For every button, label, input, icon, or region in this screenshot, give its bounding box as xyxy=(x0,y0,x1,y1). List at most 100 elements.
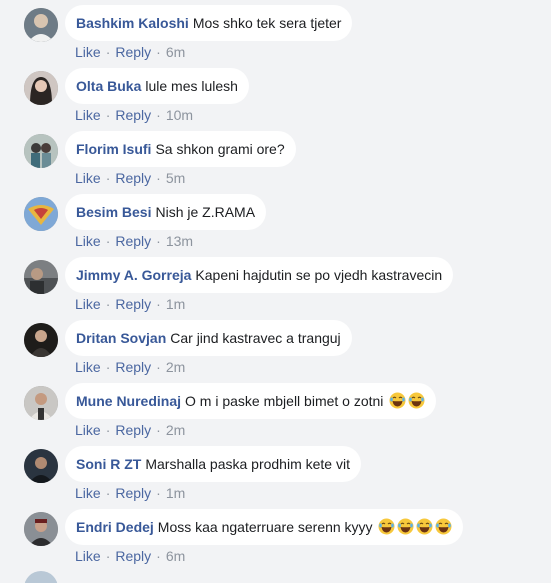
comment-text: O m i paske mbjell bimet o zotni xyxy=(185,393,384,409)
reply-link[interactable]: Reply xyxy=(115,359,151,375)
avatar[interactable] xyxy=(24,386,58,420)
laughing-emoji-icon xyxy=(397,518,414,535)
separator-dot: · xyxy=(105,107,111,123)
comment-timestamp[interactable]: 1m xyxy=(166,296,185,312)
reply-link[interactable]: Reply xyxy=(115,44,151,60)
comment-timestamp[interactable]: 13m xyxy=(166,233,193,249)
comment-item: Jimmy A. Gorreja Kapeni hajdutin se po vj… xyxy=(0,255,551,318)
comment-actions: Like · Reply · 10m xyxy=(75,105,193,125)
comment-item: Bashkim Kaloshi Mos shko tek sera tjeter … xyxy=(0,3,551,66)
avatar[interactable] xyxy=(24,197,58,231)
comment-item: Dritan Sovjan Car jind kastravec a trangu… xyxy=(0,318,551,381)
comment-author[interactable]: Endri Dedej xyxy=(76,519,154,535)
like-link[interactable]: Like xyxy=(75,422,101,438)
comment-text: Car jind kastravec a tranguj xyxy=(170,330,341,346)
comment-author[interactable]: Olta Buka xyxy=(76,78,141,94)
comment-timestamp[interactable]: 5m xyxy=(166,170,185,186)
like-link[interactable]: Like xyxy=(75,359,101,375)
separator-dot: · xyxy=(105,359,111,375)
reply-link[interactable]: Reply xyxy=(115,422,151,438)
avatar[interactable] xyxy=(24,512,58,546)
comment-bubble: Dritan Sovjan Car jind kastravec a trangu… xyxy=(65,320,352,356)
comment-author[interactable]: Besim Besi xyxy=(76,204,151,220)
comment-actions: Like · Reply · 2m xyxy=(75,420,185,440)
comment-item: Endri Dedej Moss kaa ngaterruare serenn k… xyxy=(0,507,551,570)
comment-text: lule mes lulesh xyxy=(145,78,238,94)
laughing-emoji-icon xyxy=(408,392,425,409)
comment-timestamp[interactable]: 2m xyxy=(166,359,185,375)
avatar[interactable] xyxy=(24,449,58,483)
comment-text: Kapeni hajdutin se po vjedh kastravecin xyxy=(195,267,443,283)
separator-dot: · xyxy=(156,548,161,564)
separator-dot: · xyxy=(156,359,161,375)
separator-dot: · xyxy=(105,296,111,312)
like-link[interactable]: Like xyxy=(75,44,101,60)
comment-actions: Like · Reply · 1m xyxy=(75,294,185,314)
comment-author[interactable]: Mune Nuredinaj xyxy=(76,393,181,409)
like-link[interactable]: Like xyxy=(75,170,101,186)
like-link[interactable]: Like xyxy=(75,296,101,312)
comment-bubble: Endri Dedej Moss kaa ngaterruare serenn k… xyxy=(65,509,464,545)
comment-text: Sa shkon grami ore? xyxy=(155,141,285,157)
comment-thread: Bashkim Kaloshi Mos shko tek sera tjeter … xyxy=(0,0,551,583)
separator-dot: · xyxy=(156,107,161,123)
comment-item: Soni R ZT Marshalla paska prodhim kete vi… xyxy=(0,444,551,507)
avatar[interactable] xyxy=(24,134,58,168)
separator-dot: · xyxy=(156,485,161,501)
avatar[interactable] xyxy=(24,571,58,583)
comment-actions: Like · Reply · 1m xyxy=(75,483,185,503)
avatar[interactable] xyxy=(24,260,58,294)
comment-bubble: Florim Isufi Sa shkon grami ore? xyxy=(65,131,296,167)
comment-actions: Like · Reply · 5m xyxy=(75,168,185,188)
comment-author[interactable]: Jimmy A. Gorreja xyxy=(76,267,191,283)
laughing-emoji-icon xyxy=(389,392,406,409)
reply-link[interactable]: Reply xyxy=(115,107,151,123)
comment-actions: Like · Reply · 6m xyxy=(75,546,185,566)
reply-link[interactable]: Reply xyxy=(115,485,151,501)
separator-dot: · xyxy=(105,44,111,60)
comment-actions: Like · Reply · 2m xyxy=(75,357,185,377)
laughing-emoji-icon xyxy=(378,518,395,535)
separator-dot: · xyxy=(105,485,111,501)
avatar[interactable] xyxy=(24,323,58,357)
separator-dot: · xyxy=(105,233,111,249)
like-link[interactable]: Like xyxy=(75,548,101,564)
comment-author[interactable]: Florim Isufi xyxy=(76,141,151,157)
laughing-emoji-icon xyxy=(416,518,433,535)
comment-timestamp[interactable]: 6m xyxy=(166,548,185,564)
comment-timestamp[interactable]: 2m xyxy=(166,422,185,438)
like-link[interactable]: Like xyxy=(75,233,101,249)
comment-item: Besim Besi Nish je Z.RAMA Like · Reply · 13m xyxy=(0,192,551,255)
comment-actions: Like · Reply · 6m xyxy=(75,42,185,62)
separator-dot: · xyxy=(105,422,111,438)
comment-item: Olta Buka lule mes lulesh Like · Reply · 10m xyxy=(0,66,551,129)
avatar[interactable] xyxy=(24,71,58,105)
comment-bubble: Besim Besi Nish je Z.RAMA xyxy=(65,194,267,230)
reply-link[interactable]: Reply xyxy=(115,233,151,249)
comment-bubble: Jimmy A. Gorreja Kapeni hajdutin se po vj… xyxy=(65,257,454,293)
comment-bubble: Olta Buka lule mes lulesh xyxy=(65,68,249,104)
separator-dot: · xyxy=(105,170,111,186)
laughing-emoji-icon xyxy=(435,518,452,535)
separator-dot: · xyxy=(105,548,111,564)
comment-bubble: Soni R ZT Marshalla paska prodhim kete vi… xyxy=(65,446,361,482)
reply-link[interactable]: Reply xyxy=(115,296,151,312)
comment-timestamp[interactable]: 1m xyxy=(166,485,185,501)
comment-item: Mune Nuredinaj O m i paske mbjell bimet o… xyxy=(0,381,551,444)
comment-bubble: Mune Nuredinaj O m i paske mbjell bimet o… xyxy=(65,383,437,419)
comment-timestamp[interactable]: 10m xyxy=(166,107,193,123)
comment-timestamp[interactable]: 6m xyxy=(166,44,185,60)
comment-text: Nish je Z.RAMA xyxy=(155,204,256,220)
comment-author[interactable]: Soni R ZT xyxy=(76,456,141,472)
like-link[interactable]: Like xyxy=(75,107,101,123)
comment-text: Marshalla paska prodhim kete vit xyxy=(145,456,350,472)
reply-link[interactable]: Reply xyxy=(115,170,151,186)
reply-link[interactable]: Reply xyxy=(115,548,151,564)
comment-actions: Like · Reply · 13m xyxy=(75,231,193,251)
like-link[interactable]: Like xyxy=(75,485,101,501)
avatar[interactable] xyxy=(24,8,58,42)
comment-author[interactable]: Dritan Sovjan xyxy=(76,330,166,346)
comment-author[interactable]: Bashkim Kaloshi xyxy=(76,15,189,31)
comment-text: Moss kaa ngaterruare serenn kyyy xyxy=(157,519,373,535)
separator-dot: · xyxy=(156,44,161,60)
